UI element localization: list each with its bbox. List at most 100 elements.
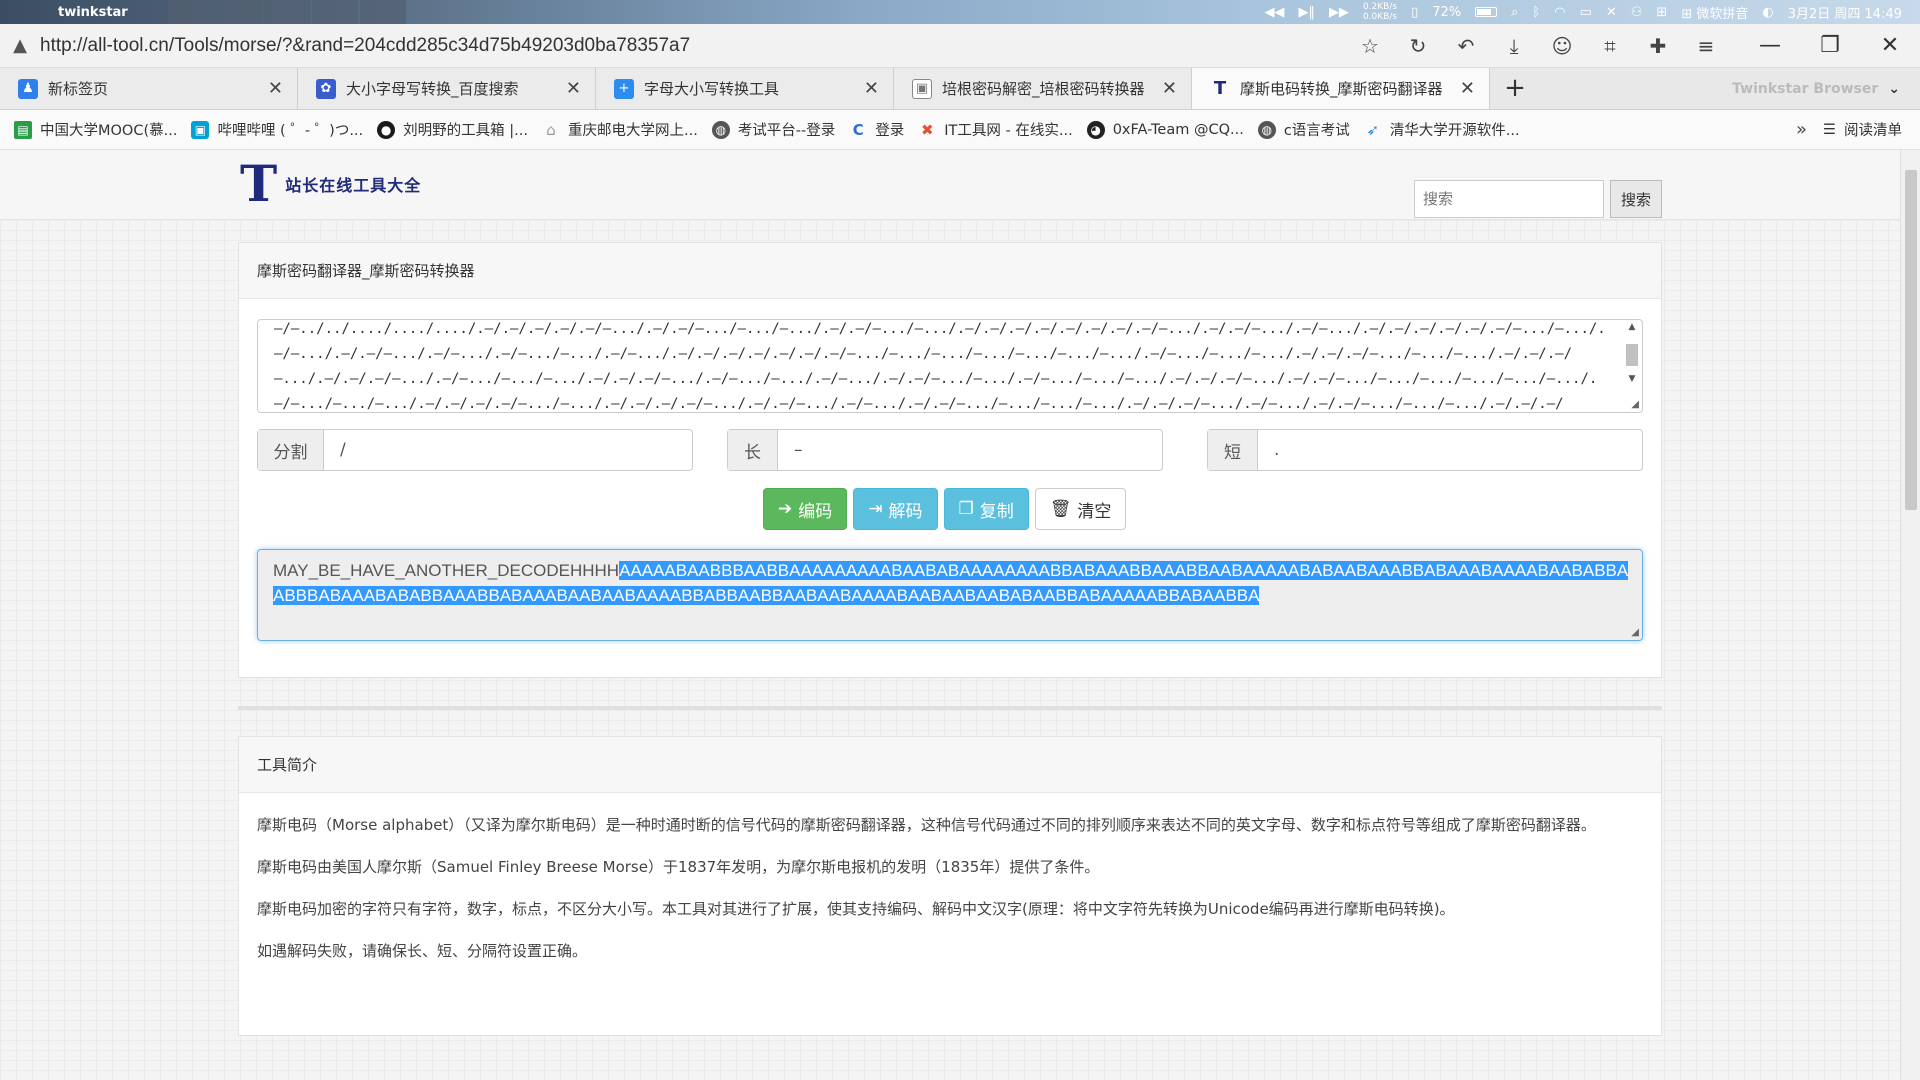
close-tab-icon[interactable]: ✕ — [566, 78, 581, 99]
short-input[interactable]: . — [1258, 430, 1642, 470]
menu-icon[interactable]: ≡ — [1682, 34, 1730, 58]
bookmark-bilibili[interactable]: ▣ 哔哩哔哩 ( ゜- ゜)つ... — [191, 119, 363, 140]
extensions-icon[interactable]: ✚ — [1634, 34, 1682, 58]
short-label: 短 — [1208, 430, 1258, 470]
refresh-icon[interactable]: ↻ — [1394, 34, 1442, 58]
account-icon[interactable]: ☺ — [1538, 34, 1586, 58]
reading-list[interactable]: ☰ 阅读清单 — [1823, 119, 1920, 140]
display-icon[interactable]: ▭ — [1580, 5, 1592, 20]
site-logo[interactable]: T 站长在线工具大全 — [240, 154, 421, 213]
search-icon[interactable]: ⌕ — [1511, 5, 1518, 20]
copy-button[interactable]: ❐ 复制 — [943, 488, 1029, 530]
t-logo-icon: T — [240, 154, 278, 213]
active-app-name[interactable]: twinkstar — [28, 5, 138, 20]
morse-input-text: –/–../../..../..../..../.–/.–/.–/.–/.–/–… — [274, 321, 1606, 412]
site-search: 搜索 — [1414, 180, 1662, 218]
long-input[interactable]: – — [778, 430, 1162, 470]
bookmark-0xfa-team[interactable]: ◕ 0xFA-Team @CQ... — [1086, 120, 1244, 139]
book-icon: ▤ — [14, 120, 32, 139]
phone-icon[interactable]: ▯ — [1411, 5, 1418, 20]
new-tab-button[interactable]: + — [1490, 68, 1540, 109]
browser-brand: Twinkstar Browser ⌄ — [1732, 80, 1900, 97]
intro-paragraph: 如遇解码失败，请确保长、短、分隔符设置正确。 — [257, 942, 588, 960]
clock[interactable]: 3月2日 周四 14:49 — [1788, 3, 1902, 22]
address-bar: ▲ http://all-tool.cn/Tools/morse/?&rand=… — [0, 24, 1920, 68]
undo-icon[interactable]: ↶ — [1442, 34, 1490, 58]
grid-icon[interactable]: ⊞ — [1656, 5, 1667, 20]
bookmark-exam-platform[interactable]: ◍ 考试平台--登录 — [711, 119, 835, 140]
morse-input-scrollbar[interactable]: ▲ ▼ — [1624, 322, 1640, 408]
bookmark-toolbox[interactable]: ● 刘明野的工具箱 |... — [377, 119, 528, 140]
page-scrollbar-thumb[interactable] — [1905, 170, 1917, 510]
more-bookmarks-icon[interactable]: » — [1780, 119, 1823, 140]
globe-icon: ● — [377, 120, 396, 139]
tab-new-tab[interactable]: ♟ 新标签页 ✕ — [0, 68, 298, 109]
morse-input[interactable]: –/–../../..../..../..../.–/.–/.–/.–/.–/–… — [257, 319, 1643, 413]
intro-paragraph: 摩斯电码（Morse alphabet）（又译为摩尔斯电码）是一种时通时断的信号… — [257, 816, 1596, 834]
fast-forward-icon[interactable]: ▶▶ — [1329, 5, 1349, 20]
network-speed: 0.2KB/s 0.0KB/s — [1362, 2, 1398, 22]
site-header: T 站长在线工具大全 搜索 — [0, 150, 1900, 220]
close-tab-icon[interactable]: ✕ — [1460, 78, 1475, 99]
x-icon: ✖ — [920, 120, 934, 139]
bookmark-it-tools[interactable]: ✖ IT工具网 - 在线实... — [918, 119, 1073, 140]
battery-icon[interactable] — [1475, 7, 1498, 17]
site-warning-icon[interactable]: ▲ — [0, 35, 40, 56]
bookmark-cqupt[interactable]: ⌂ 重庆邮电大学网上... — [542, 119, 698, 140]
download-icon[interactable]: ⤓ — [1490, 34, 1538, 58]
home-icon: ⌂ — [546, 120, 556, 139]
page-scrollbar[interactable] — [1900, 150, 1920, 1080]
close-tab-icon[interactable]: ✕ — [864, 78, 879, 99]
tab-morse-translator[interactable]: T 摩斯电码转换_摩斯密码翻译器 ✕ — [1192, 68, 1490, 109]
split-input[interactable]: / — [324, 430, 692, 470]
search-input[interactable] — [1414, 180, 1604, 218]
clear-button[interactable]: 🗑 清空 — [1034, 488, 1127, 530]
t-logo-icon: T — [1213, 78, 1227, 99]
close-window-icon[interactable]: ✕ — [1860, 33, 1920, 58]
user-icon[interactable]: ⚇ — [1631, 5, 1643, 20]
bookmark-star-icon[interactable]: ☆ — [1346, 34, 1394, 58]
play-pause-icon[interactable]: ▶‖ — [1298, 5, 1315, 20]
tab-case-converter[interactable]: + 字母大小写转换工具 ✕ — [596, 68, 894, 109]
minimize-icon[interactable]: — — [1740, 33, 1800, 58]
close-tab-icon[interactable]: ✕ — [1162, 78, 1177, 99]
decode-button[interactable]: ⇥ 解码 — [853, 488, 938, 530]
bookmark-c-exam[interactable]: ◍ c语言考试 — [1257, 119, 1350, 140]
input-method[interactable]: ⊞ 微软拼音 — [1681, 3, 1748, 22]
toggle-icon[interactable]: ◐ — [1762, 5, 1773, 20]
split-group: 分割 / — [257, 429, 693, 471]
close-tab-icon[interactable]: ✕ — [268, 78, 283, 99]
result-output[interactable]: MAY_BE_HAVE_ANOTHER_DECODEHHHHAAAAABAABB… — [257, 549, 1643, 641]
url-field[interactable]: http://all-tool.cn/Tools/morse/?&rand=20… — [40, 35, 1346, 57]
bookmark-mooc[interactable]: ▤ 中国大学MOOC(慕... — [14, 119, 177, 140]
resize-grip-icon[interactable]: ◢ — [1631, 627, 1639, 638]
rewind-icon[interactable]: ◀◀ — [1264, 5, 1284, 20]
scroll-down-icon[interactable]: ▼ — [1624, 374, 1640, 388]
bookmark-tsinghua-mirror[interactable]: ➶ 清华大学开源软件... — [1364, 119, 1520, 140]
long-label: 长 — [728, 430, 778, 470]
mute-icon[interactable]: ✕ — [1606, 5, 1617, 20]
resize-grip-icon[interactable]: ◢ — [1631, 399, 1639, 410]
globe-icon: ◍ — [1257, 120, 1276, 139]
scroll-up-icon[interactable]: ▲ — [1624, 322, 1640, 336]
bluetooth-icon[interactable]: ᛒ — [1532, 5, 1540, 20]
system-menu-bar: twinkstar ◀◀ ▶‖ ▶▶ 0.2KB/s 0.0KB/s ▯ 72% … — [0, 0, 1920, 24]
bookmark-login[interactable]: C 登录 — [849, 119, 905, 140]
tab-bar: ♟ 新标签页 ✕ ✿ 大小字母写转换_百度搜索 ✕ + 字母大小写转换工具 ✕ … — [0, 68, 1920, 110]
intro-paragraph: 摩斯电码加密的字符只有字符，数字，标点，不区分大小写。本工具对其进行了扩展，使其… — [257, 900, 1455, 918]
tab-list-chevron-icon[interactable]: ⌄ — [1888, 81, 1900, 97]
window-thumbnails — [167, 0, 408, 24]
toolbox-icon: ▣ — [912, 78, 932, 99]
restore-icon[interactable]: ❐ — [1800, 33, 1860, 58]
tab-bacon-cipher[interactable]: ▣ 培根密码解密_培根密码转换器 ✕ — [894, 68, 1192, 109]
tab-baidu-search[interactable]: ✿ 大小字母写转换_百度搜索 ✕ — [298, 68, 596, 109]
wifi-icon[interactable]: ◠ — [1554, 5, 1565, 20]
intro-panel: 工具简介 摩斯电码（Morse alphabet）（又译为摩尔斯电码）是一种时通… — [238, 736, 1662, 1036]
encode-button[interactable]: ➔ 编码 — [763, 488, 848, 530]
long-group: 长 – — [727, 429, 1163, 471]
list-icon: ☰ — [1823, 121, 1836, 138]
cat-icon: ◕ — [1086, 120, 1105, 139]
search-button[interactable]: 搜索 — [1610, 180, 1662, 218]
crop-icon[interactable]: ⌗ — [1586, 34, 1634, 58]
bird-icon: ➶ — [1366, 120, 1380, 139]
